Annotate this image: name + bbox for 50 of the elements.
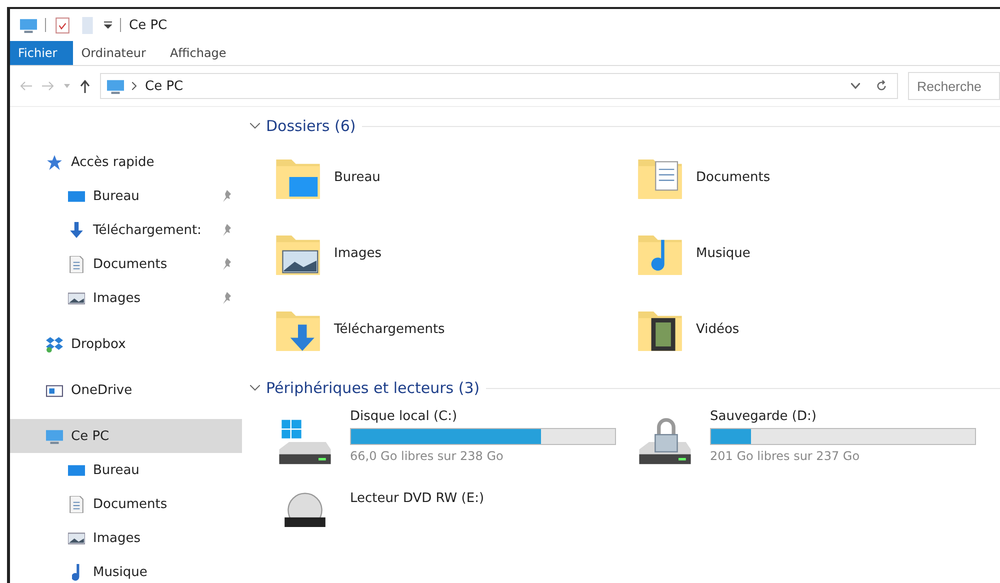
document-icon [68,256,85,272]
sidebar-item[interactable]: Images [10,521,242,555]
sidebar-item[interactable]: Téléchargement: [10,213,242,247]
collapse-chevron-icon[interactable] [250,123,260,129]
folder-label[interactable]: Téléchargements [334,322,445,336]
drive-label[interactable]: Sauvegarde (D:) [710,409,976,424]
folder-label[interactable]: Bureau [334,170,380,184]
computer-icon[interactable] [20,16,37,34]
free-space-text: 201 Go libres sur 237 Go [710,449,861,463]
ribbon-tab[interactable]: Fichier [10,41,74,65]
sidebar-item[interactable]: Documents [10,487,242,521]
breadcrumb-chevron-icon [132,82,137,90]
sidebar-item[interactable]: Musique [10,555,242,583]
sidebar-item[interactable]: OneDrive [10,373,242,407]
download-arrow-icon [68,222,85,238]
window-title: Ce PC [129,18,168,32]
ribbon-tab[interactable]: Ordinateur [73,41,162,65]
drive-label[interactable]: Disque local (C:) [350,409,616,424]
folder-label[interactable]: Documents [696,170,770,184]
drive-label[interactable]: Lecteur DVD RW (E:) [350,491,484,506]
computer-icon [107,78,124,94]
collapse-chevron-icon[interactable] [250,385,260,391]
image-icon [68,530,85,546]
up-arrow-icon[interactable] [80,80,90,92]
sidebar-item[interactable]: Accès rapide [10,145,242,179]
sidebar-item[interactable]: Images [10,281,242,315]
document-icon [68,496,85,512]
folder-label[interactable]: Images [334,246,382,260]
sidebar-item[interactable]: Bureau [10,453,242,487]
sidebar-item[interactable]: Ce PC [10,419,242,453]
section-heading: Périphériques et lecteurs (3) [266,379,480,397]
history-dropdown-icon[interactable] [851,83,860,89]
free-space-text: 66,0 Go libres sur 238 Go [350,449,504,463]
sidebar-item[interactable]: Dropbox [10,327,242,361]
computer-icon [46,428,63,444]
search-field[interactable]: Recherche [908,72,1000,100]
refresh-icon[interactable] [876,80,887,92]
customize-dropdown-icon[interactable] [104,21,112,29]
folder-label[interactable]: Musique [696,246,750,260]
music-note-icon [72,564,80,580]
properties-icon[interactable] [54,16,71,34]
ribbon-tab[interactable]: Affichage [162,41,242,65]
section-heading: Dossiers (6) [266,117,356,135]
address-field[interactable]: Ce PC [100,73,898,99]
sidebar-item[interactable]: Documents [10,247,242,281]
dropbox-icon [46,336,63,352]
star-icon [46,154,63,170]
folder-label[interactable]: Vidéos [696,322,740,336]
sidebar-item[interactable]: Bureau [10,179,242,213]
image-icon [68,290,85,306]
